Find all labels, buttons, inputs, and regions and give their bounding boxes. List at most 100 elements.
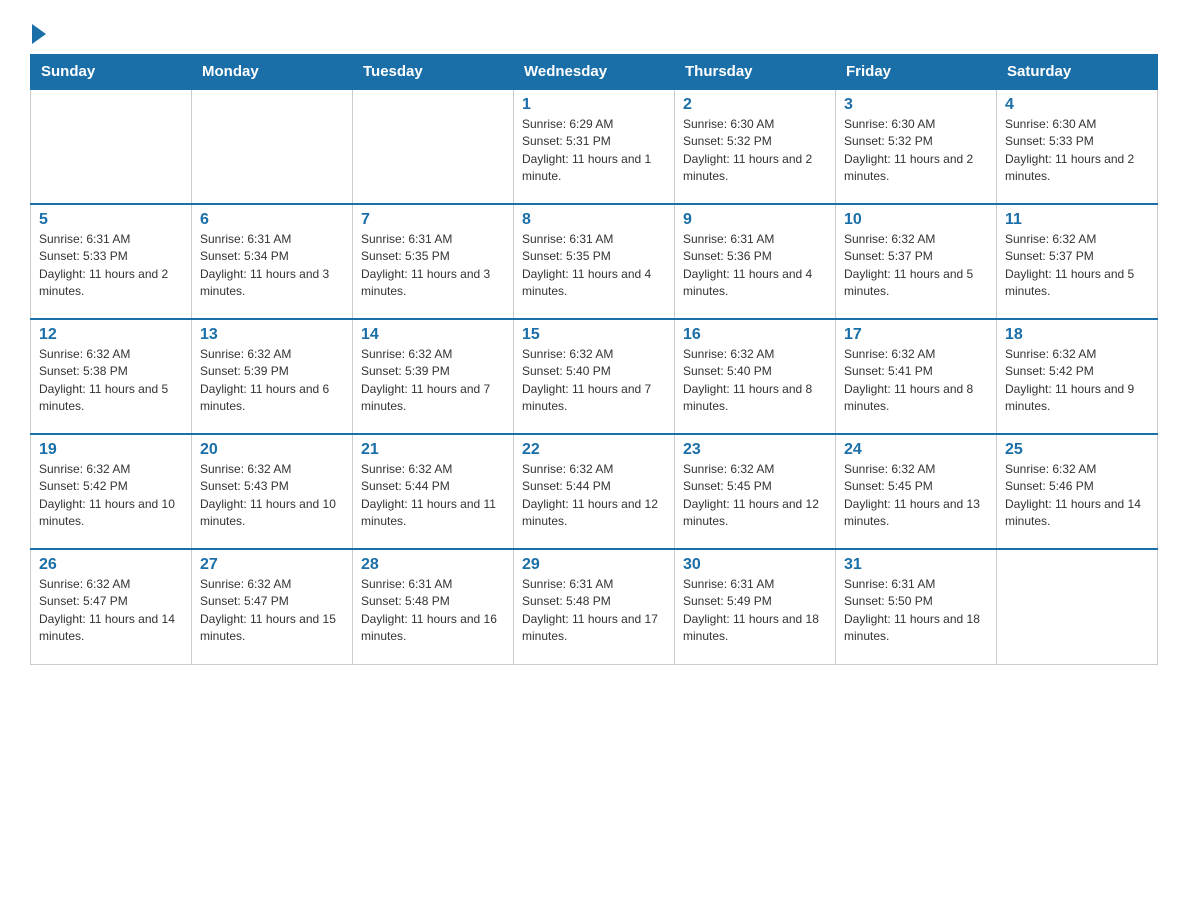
calendar-cell: 10 Sunrise: 6:32 AM Sunset: 5:37 PM Dayli… <box>836 204 997 319</box>
cell-info: Sunrise: 6:31 AM Sunset: 5:50 PM Dayligh… <box>844 576 988 646</box>
week-row-4: 19 Sunrise: 6:32 AM Sunset: 5:42 PM Dayli… <box>31 434 1158 549</box>
calendar-cell: 1Sunrise: 6:29 AM Sunset: 5:31 PM Daylig… <box>514 89 675 204</box>
cell-day-number: 28 <box>361 556 505 574</box>
cell-day-number: 27 <box>200 556 344 574</box>
cell-day-number: 4 <box>1005 96 1149 114</box>
cell-day-number: 11 <box>1005 211 1149 229</box>
cell-day-number: 17 <box>844 326 988 344</box>
calendar-cell: 12 Sunrise: 6:32 AM Sunset: 5:38 PM Dayli… <box>31 319 192 434</box>
calendar-cell: 31 Sunrise: 6:31 AM Sunset: 5:50 PM Dayli… <box>836 549 997 664</box>
cell-day-number: 18 <box>1005 326 1149 344</box>
cell-info: Sunrise: 6:31 AM Sunset: 5:35 PM Dayligh… <box>522 231 666 301</box>
cell-info: Sunrise: 6:32 AM Sunset: 5:39 PM Dayligh… <box>361 346 505 416</box>
cell-info: Sunrise: 6:30 AM Sunset: 5:32 PM Dayligh… <box>844 116 988 186</box>
cell-day-number: 8 <box>522 211 666 229</box>
calendar-cell: 2Sunrise: 6:30 AM Sunset: 5:32 PM Daylig… <box>675 89 836 204</box>
cell-day-number: 23 <box>683 441 827 459</box>
day-header-thursday: Thursday <box>675 55 836 90</box>
cell-day-number: 20 <box>200 441 344 459</box>
calendar-cell: 19 Sunrise: 6:32 AM Sunset: 5:42 PM Dayli… <box>31 434 192 549</box>
calendar-cell: 17 Sunrise: 6:32 AM Sunset: 5:41 PM Dayli… <box>836 319 997 434</box>
calendar-cell: 3 Sunrise: 6:30 AM Sunset: 5:32 PM Daylig… <box>836 89 997 204</box>
logo <box>30 20 46 44</box>
day-header-wednesday: Wednesday <box>514 55 675 90</box>
calendar-cell <box>353 89 514 204</box>
calendar-cell: 27 Sunrise: 6:32 AM Sunset: 5:47 PM Dayli… <box>192 549 353 664</box>
calendar-cell: 29Sunrise: 6:31 AM Sunset: 5:48 PM Dayli… <box>514 549 675 664</box>
day-header-monday: Monday <box>192 55 353 90</box>
cell-info: Sunrise: 6:32 AM Sunset: 5:46 PM Dayligh… <box>1005 461 1149 531</box>
cell-day-number: 3 <box>844 96 988 114</box>
cell-day-number: 2 <box>683 96 827 114</box>
day-headers-row: SundayMondayTuesdayWednesdayThursdayFrid… <box>31 55 1158 90</box>
calendar-cell: 13 Sunrise: 6:32 AM Sunset: 5:39 PM Dayli… <box>192 319 353 434</box>
week-row-3: 12 Sunrise: 6:32 AM Sunset: 5:38 PM Dayli… <box>31 319 1158 434</box>
cell-info: Sunrise: 6:32 AM Sunset: 5:38 PM Dayligh… <box>39 346 183 416</box>
cell-info: Sunrise: 6:32 AM Sunset: 5:44 PM Dayligh… <box>361 461 505 531</box>
calendar-cell <box>997 549 1158 664</box>
calendar-cell <box>31 89 192 204</box>
day-header-saturday: Saturday <box>997 55 1158 90</box>
cell-day-number: 12 <box>39 326 183 344</box>
cell-info: Sunrise: 6:32 AM Sunset: 5:41 PM Dayligh… <box>844 346 988 416</box>
calendar-cell: 9Sunrise: 6:31 AM Sunset: 5:36 PM Daylig… <box>675 204 836 319</box>
week-row-5: 26Sunrise: 6:32 AM Sunset: 5:47 PM Dayli… <box>31 549 1158 664</box>
cell-info: Sunrise: 6:32 AM Sunset: 5:44 PM Dayligh… <box>522 461 666 531</box>
calendar-cell: 4 Sunrise: 6:30 AM Sunset: 5:33 PM Daylig… <box>997 89 1158 204</box>
page-header <box>30 20 1158 44</box>
cell-day-number: 16 <box>683 326 827 344</box>
week-row-1: 1Sunrise: 6:29 AM Sunset: 5:31 PM Daylig… <box>31 89 1158 204</box>
cell-day-number: 15 <box>522 326 666 344</box>
calendar-cell: 18 Sunrise: 6:32 AM Sunset: 5:42 PM Dayli… <box>997 319 1158 434</box>
day-header-friday: Friday <box>836 55 997 90</box>
cell-info: Sunrise: 6:32 AM Sunset: 5:37 PM Dayligh… <box>844 231 988 301</box>
cell-info: Sunrise: 6:31 AM Sunset: 5:49 PM Dayligh… <box>683 576 827 646</box>
calendar-cell: 7 Sunrise: 6:31 AM Sunset: 5:35 PM Daylig… <box>353 204 514 319</box>
cell-info: Sunrise: 6:31 AM Sunset: 5:34 PM Dayligh… <box>200 231 344 301</box>
cell-day-number: 10 <box>844 211 988 229</box>
cell-info: Sunrise: 6:32 AM Sunset: 5:42 PM Dayligh… <box>1005 346 1149 416</box>
cell-day-number: 24 <box>844 441 988 459</box>
cell-info: Sunrise: 6:32 AM Sunset: 5:47 PM Dayligh… <box>39 576 183 646</box>
cell-info: Sunrise: 6:31 AM Sunset: 5:35 PM Dayligh… <box>361 231 505 301</box>
calendar-cell: 25 Sunrise: 6:32 AM Sunset: 5:46 PM Dayli… <box>997 434 1158 549</box>
cell-info: Sunrise: 6:32 AM Sunset: 5:45 PM Dayligh… <box>844 461 988 531</box>
cell-day-number: 14 <box>361 326 505 344</box>
cell-info: Sunrise: 6:30 AM Sunset: 5:33 PM Dayligh… <box>1005 116 1149 186</box>
calendar-cell: 30Sunrise: 6:31 AM Sunset: 5:49 PM Dayli… <box>675 549 836 664</box>
cell-day-number: 1 <box>522 96 666 114</box>
calendar-cell: 28 Sunrise: 6:31 AM Sunset: 5:48 PM Dayli… <box>353 549 514 664</box>
calendar-header: SundayMondayTuesdayWednesdayThursdayFrid… <box>31 55 1158 90</box>
cell-info: Sunrise: 6:31 AM Sunset: 5:48 PM Dayligh… <box>361 576 505 646</box>
cell-day-number: 19 <box>39 441 183 459</box>
calendar-cell: 11 Sunrise: 6:32 AM Sunset: 5:37 PM Dayli… <box>997 204 1158 319</box>
day-header-sunday: Sunday <box>31 55 192 90</box>
day-header-tuesday: Tuesday <box>353 55 514 90</box>
cell-day-number: 25 <box>1005 441 1149 459</box>
cell-day-number: 13 <box>200 326 344 344</box>
calendar-table: SundayMondayTuesdayWednesdayThursdayFrid… <box>30 54 1158 665</box>
cell-info: Sunrise: 6:32 AM Sunset: 5:42 PM Dayligh… <box>39 461 183 531</box>
week-row-2: 5Sunrise: 6:31 AM Sunset: 5:33 PM Daylig… <box>31 204 1158 319</box>
cell-info: Sunrise: 6:32 AM Sunset: 5:37 PM Dayligh… <box>1005 231 1149 301</box>
calendar-cell: 15 Sunrise: 6:32 AM Sunset: 5:40 PM Dayli… <box>514 319 675 434</box>
cell-day-number: 7 <box>361 211 505 229</box>
cell-info: Sunrise: 6:32 AM Sunset: 5:47 PM Dayligh… <box>200 576 344 646</box>
calendar-cell <box>192 89 353 204</box>
calendar-body: 1Sunrise: 6:29 AM Sunset: 5:31 PM Daylig… <box>31 89 1158 664</box>
calendar-cell: 6 Sunrise: 6:31 AM Sunset: 5:34 PM Daylig… <box>192 204 353 319</box>
cell-info: Sunrise: 6:32 AM Sunset: 5:40 PM Dayligh… <box>522 346 666 416</box>
cell-info: Sunrise: 6:32 AM Sunset: 5:43 PM Dayligh… <box>200 461 344 531</box>
cell-info: Sunrise: 6:32 AM Sunset: 5:39 PM Dayligh… <box>200 346 344 416</box>
calendar-cell: 16 Sunrise: 6:32 AM Sunset: 5:40 PM Dayli… <box>675 319 836 434</box>
calendar-cell: 22 Sunrise: 6:32 AM Sunset: 5:44 PM Dayli… <box>514 434 675 549</box>
cell-day-number: 22 <box>522 441 666 459</box>
cell-day-number: 9 <box>683 211 827 229</box>
cell-info: Sunrise: 6:32 AM Sunset: 5:40 PM Dayligh… <box>683 346 827 416</box>
cell-day-number: 6 <box>200 211 344 229</box>
calendar-cell: 21Sunrise: 6:32 AM Sunset: 5:44 PM Dayli… <box>353 434 514 549</box>
cell-info: Sunrise: 6:31 AM Sunset: 5:48 PM Dayligh… <box>522 576 666 646</box>
calendar-cell: 8 Sunrise: 6:31 AM Sunset: 5:35 PM Daylig… <box>514 204 675 319</box>
cell-info: Sunrise: 6:32 AM Sunset: 5:45 PM Dayligh… <box>683 461 827 531</box>
cell-day-number: 31 <box>844 556 988 574</box>
